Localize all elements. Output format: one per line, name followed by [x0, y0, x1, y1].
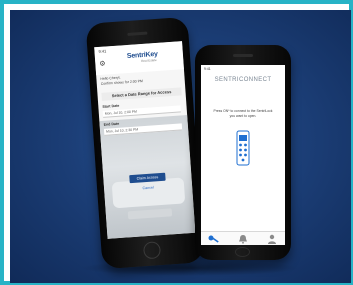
image-frame: 9:41 ⚙ SentriKey Real Estate Hello Chery… [0, 0, 353, 285]
status-time: 9:41 [204, 67, 211, 71]
key-icon[interactable] [207, 234, 221, 244]
phone-right: 9:41 SENTRICONNECT Press ON* to connect … [195, 45, 291, 260]
lockbox-icon [236, 130, 250, 166]
date-range-title: Select a Date Range for Access [101, 87, 182, 101]
phone-right-screen: 9:41 SENTRICONNECT Press ON* to connect … [201, 65, 285, 245]
connect-instruction: Press ON* to connect to the SentriLock y… [213, 109, 273, 118]
speaker [127, 31, 148, 36]
background: 9:41 ⚙ SentriKey Real Estate Hello Chery… [10, 10, 351, 283]
speaker [233, 54, 253, 57]
sentriconnect-logo: SENTRICONNECT [214, 77, 272, 83]
tab-bar [201, 231, 285, 245]
bell-icon[interactable] [236, 234, 250, 244]
sentrikey-logo: SentriKey Real Estate [127, 50, 174, 69]
gear-icon[interactable]: ⚙ [99, 61, 106, 68]
person-icon[interactable] [265, 234, 279, 244]
phone-left-screen: 9:41 ⚙ SentriKey Real Estate Hello Chery… [94, 41, 196, 239]
home-button [235, 247, 250, 257]
app-header: 9:41 ⚙ SentriKey Real Estate [94, 41, 184, 76]
home-button [142, 241, 162, 260]
start-date-label: Start Date [102, 103, 120, 109]
coffee-table [127, 208, 173, 220]
sofa [111, 177, 186, 209]
phone-left: 9:41 ⚙ SentriKey Real Estate Hello Chery… [85, 16, 205, 270]
status-time: 9:41 [98, 48, 107, 55]
